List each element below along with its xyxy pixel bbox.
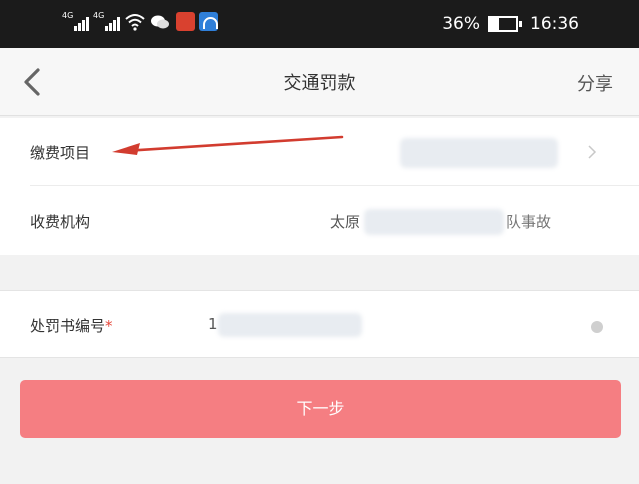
required-mark: * bbox=[105, 317, 113, 335]
ticket-number-row[interactable]: 处罚书编号* 1 bbox=[0, 291, 639, 359]
chevron-right-icon bbox=[588, 145, 597, 159]
signal-tag: 4G bbox=[93, 10, 105, 20]
agency-value: 太原 bbox=[330, 213, 361, 231]
battery-icon bbox=[488, 16, 522, 32]
agency-label: 收费机构 bbox=[30, 213, 91, 231]
status-bar: 4G 4G 36% 16:36 bbox=[0, 0, 639, 48]
status-icons-right: 36% 16:36 bbox=[442, 14, 579, 34]
battery-percent: 36% bbox=[442, 14, 480, 34]
ticket-number-card: 处罚书编号* 1 bbox=[0, 290, 639, 358]
agency-row: 收费机构 太原 队事故 bbox=[0, 187, 639, 255]
status-icons-left: 4G 4G bbox=[62, 10, 218, 31]
next-button[interactable]: 下一步 bbox=[20, 380, 621, 438]
redacted-value bbox=[400, 138, 558, 168]
signal-icon: 4G bbox=[62, 10, 89, 31]
signal-icon: 4G bbox=[93, 10, 120, 31]
app-notification-icon bbox=[199, 12, 218, 31]
ticket-number-input[interactable]: 1 bbox=[208, 315, 218, 333]
payment-item-row[interactable]: 缴费项目 bbox=[0, 118, 639, 186]
ticket-number-label-text: 处罚书编号 bbox=[30, 317, 106, 335]
share-button[interactable]: 分享 bbox=[577, 70, 613, 96]
wifi-icon bbox=[125, 13, 145, 31]
ticket-number-label: 处罚书编号* bbox=[30, 315, 113, 336]
nav-bar: 交通罚款 分享 bbox=[0, 48, 639, 116]
clock: 16:36 bbox=[530, 14, 579, 34]
wechat-icon bbox=[151, 15, 169, 28]
payment-item-label: 缴费项目 bbox=[30, 144, 91, 162]
redacted-value bbox=[218, 313, 362, 337]
redacted-value bbox=[364, 209, 504, 235]
agency-value-tail: 队事故 bbox=[506, 213, 552, 231]
payment-info-card: 缴费项目 收费机构 太原 队事故 bbox=[0, 118, 639, 255]
divider bbox=[30, 185, 639, 186]
clear-icon[interactable] bbox=[591, 321, 603, 333]
app-notification-icon bbox=[176, 12, 195, 31]
signal-tag: 4G bbox=[62, 10, 74, 20]
page-title: 交通罚款 bbox=[283, 73, 356, 94]
